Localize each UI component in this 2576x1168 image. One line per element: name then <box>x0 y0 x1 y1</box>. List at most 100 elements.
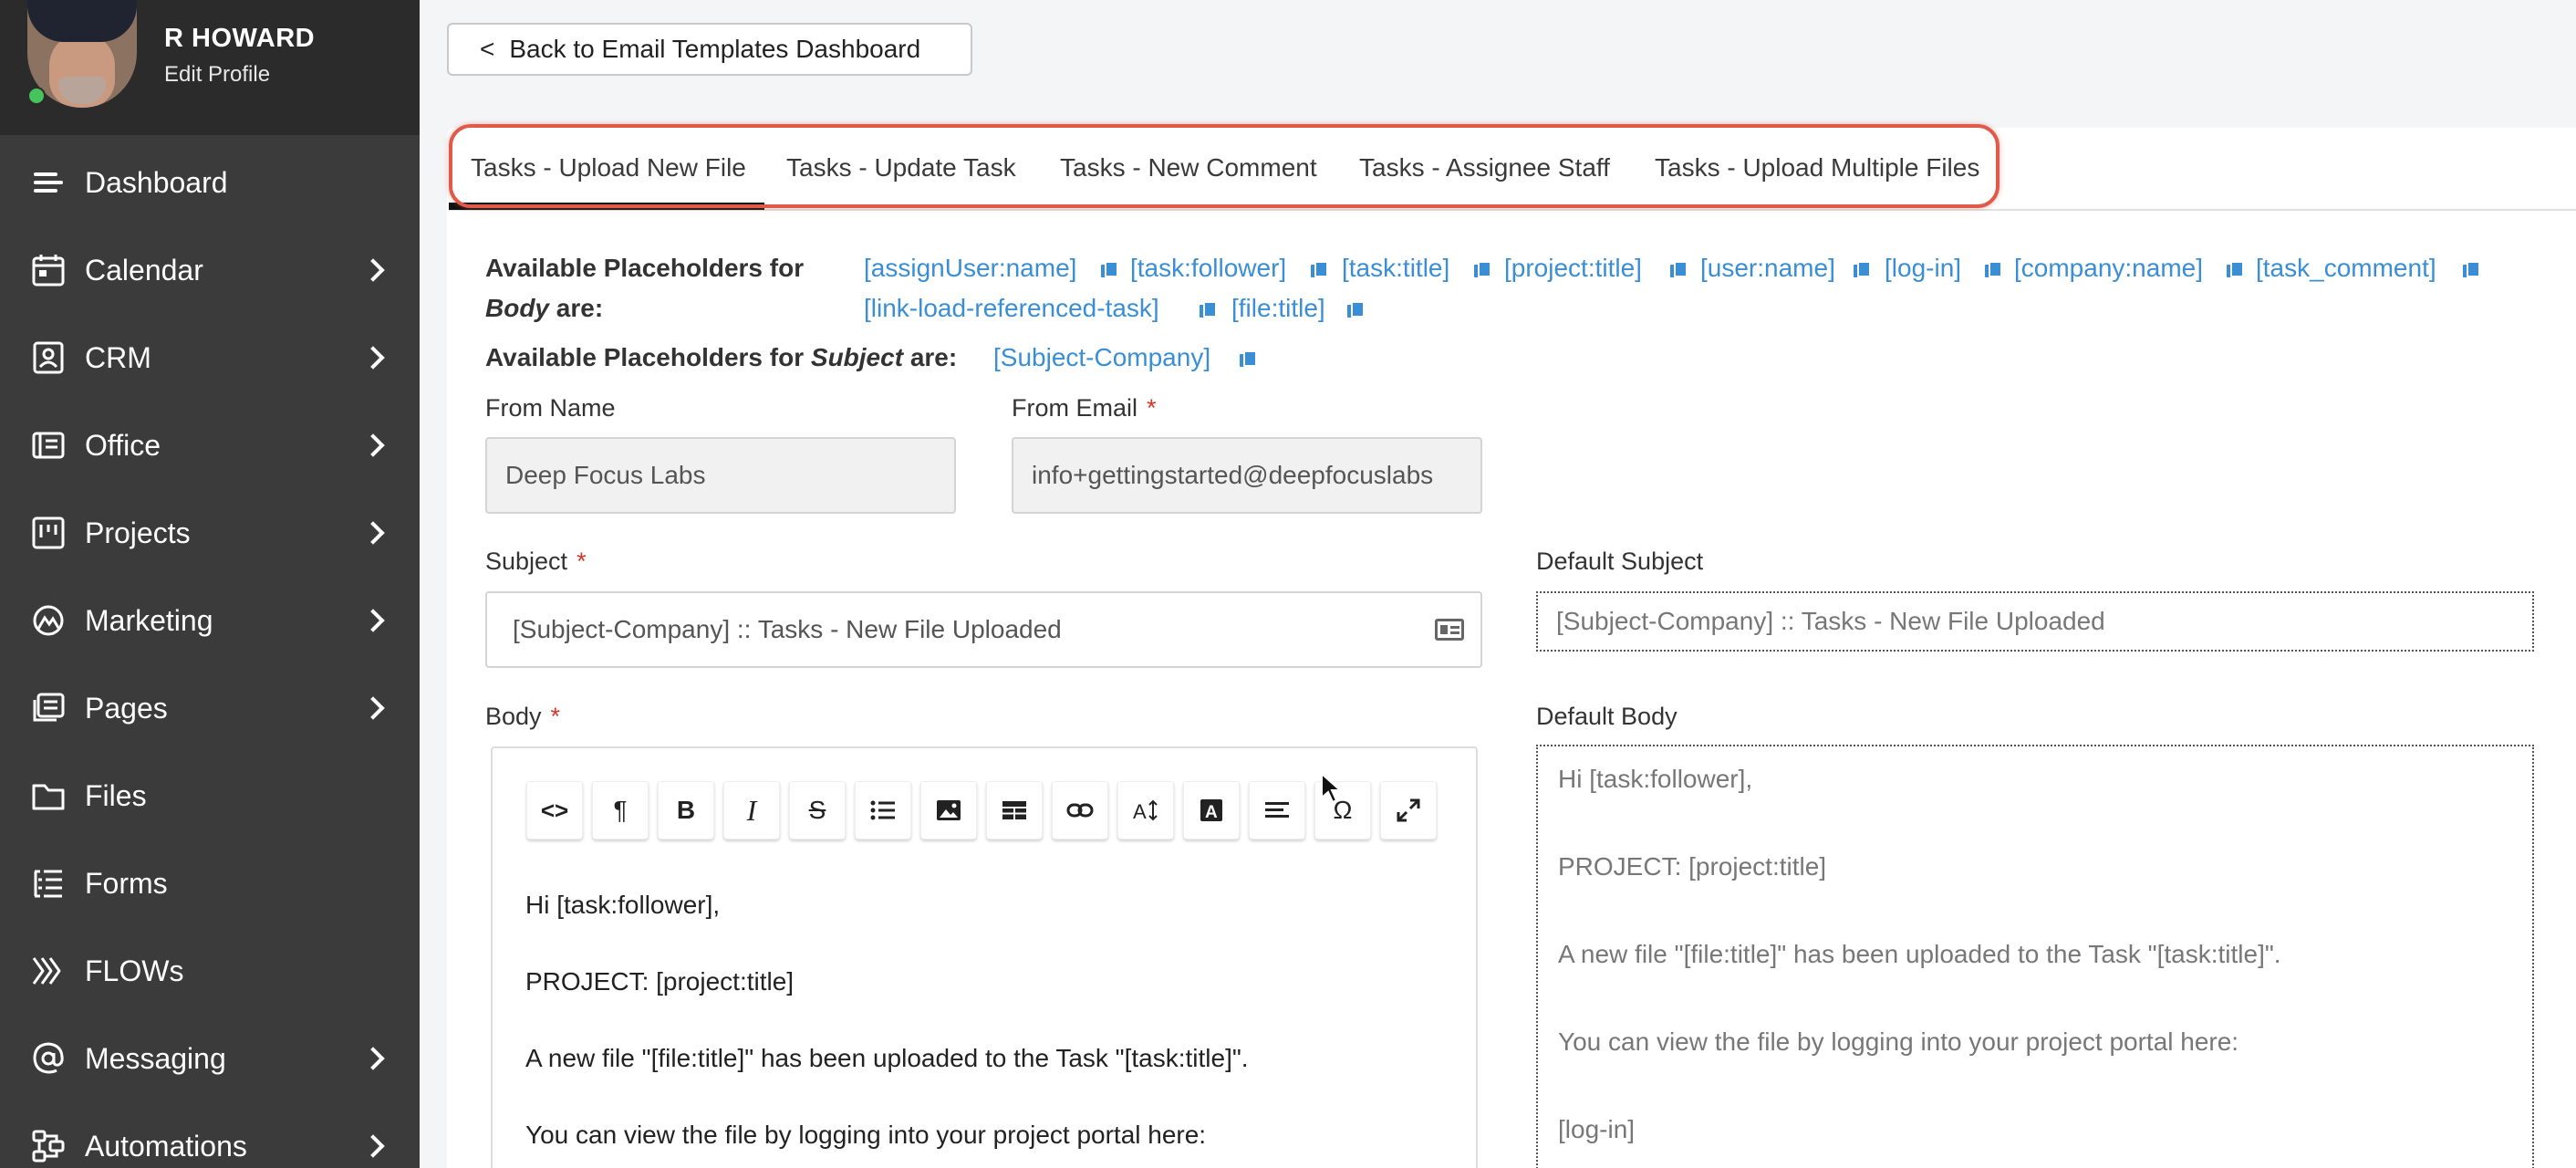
copy-icon[interactable] <box>2227 261 2244 278</box>
sidebar-item-files[interactable]: Files <box>0 752 420 840</box>
menu-lines-icon <box>34 172 63 193</box>
strikethrough-button[interactable]: S <box>789 781 846 840</box>
bold-icon: B <box>676 796 696 824</box>
sidebar-item-projects[interactable]: Projects <box>0 489 420 577</box>
copy-icon[interactable] <box>1474 261 1491 278</box>
profile-panel: R HOWARD Edit Profile <box>0 0 420 135</box>
placeholder-company-name[interactable]: [company:name] <box>2014 254 2203 283</box>
subject-value: [Subject-Company] :: Tasks - New File Up… <box>513 615 1062 643</box>
insert-table-button[interactable] <box>986 781 1043 840</box>
sidebar-item-label: Forms <box>85 866 168 900</box>
editor-body-line: A new file "[file:title]" has been uploa… <box>525 1044 1249 1072</box>
sidebar-item-messaging[interactable]: Messaging <box>0 1015 420 1102</box>
paragraph-format-button[interactable]: ¶ <box>592 781 649 840</box>
sidebar-item-pages[interactable]: Pages <box>0 664 420 752</box>
copy-icon[interactable] <box>1311 261 1328 278</box>
kanban-icon <box>32 516 65 549</box>
placeholder-assign-user-name[interactable]: [assignUser:name] <box>864 254 1076 283</box>
placeholder-log-in[interactable]: [log-in] <box>1885 254 1961 283</box>
sidebar-item-forms[interactable]: Forms <box>0 840 420 927</box>
sidebar-item-label: Dashboard <box>85 165 228 199</box>
tab-update-task[interactable]: Tasks - Update Task <box>786 153 1016 182</box>
sidebar-item-label: Files <box>85 778 147 812</box>
from-email-label: From Email * <box>1012 394 1157 422</box>
sidebar-item-crm[interactable]: CRM <box>0 314 420 402</box>
paragraph-icon: ¶ <box>613 796 628 824</box>
link-icon <box>1066 803 1094 818</box>
placeholder-picker-icon[interactable] <box>1435 619 1464 641</box>
insert-link-button[interactable] <box>1052 781 1108 840</box>
edit-profile-link[interactable]: Edit Profile <box>164 62 270 88</box>
tab-new-comment[interactable]: Tasks - New Comment <box>1060 153 1317 182</box>
strikethrough-icon: S <box>808 796 826 824</box>
sidebar-item-label: Messaging <box>85 1041 226 1075</box>
subject-label: Subject * <box>485 548 587 575</box>
copy-icon[interactable] <box>1101 261 1118 278</box>
code-view-button[interactable]: <> <box>526 781 583 840</box>
editor-body-line: PROJECT: [project:title] <box>525 967 795 996</box>
font-size-button[interactable]: A <box>1117 781 1174 840</box>
sidebar-item-label: Marketing <box>85 603 213 637</box>
expand-icon <box>1397 798 1420 822</box>
chevron-right-icon <box>361 521 385 545</box>
sidebar-item-dashboard[interactable]: Dashboard <box>0 139 420 226</box>
back-button-label: Back to Email Templates Dashboard <box>509 35 921 63</box>
placeholder-project-title[interactable]: [project:title] <box>1504 254 1642 283</box>
tab-upload-new-file[interactable]: Tasks - Upload New File <box>471 153 746 182</box>
contact-card-icon <box>33 341 64 374</box>
flows-icon <box>32 957 61 985</box>
copy-icon[interactable] <box>1347 301 1365 318</box>
folder-icon <box>32 784 65 810</box>
copy-icon[interactable] <box>1200 301 1217 318</box>
sidebar-item-label: Calendar <box>85 253 203 287</box>
default-body-line: A new file "[file:title]" has been uploa… <box>1558 940 2281 968</box>
copy-icon[interactable] <box>1985 261 2002 278</box>
font-color-button[interactable]: A <box>1183 781 1240 840</box>
placeholder-task-title[interactable]: [task:title] <box>1342 254 1449 283</box>
sidebar-item-label: FLOWs <box>85 954 184 987</box>
chevron-right-icon <box>361 1047 385 1070</box>
online-status-dot <box>27 87 46 105</box>
copy-icon[interactable] <box>1670 261 1688 278</box>
at-sign-icon <box>33 1042 64 1074</box>
sidebar-item-calendar[interactable]: Calendar <box>0 226 420 314</box>
sidebar-item-marketing[interactable]: Marketing <box>0 577 420 664</box>
placeholder-file-title[interactable]: [file:title] <box>1231 294 1325 323</box>
tab-upload-multiple-files[interactable]: Tasks - Upload Multiple Files <box>1655 153 1979 182</box>
align-button[interactable] <box>1249 781 1305 840</box>
body-label: Body * <box>485 703 561 730</box>
body-placeholders-label: Available Placeholders for <box>485 254 805 282</box>
placeholder-link-load-referenced-task[interactable]: [link-load-referenced-task] <box>864 294 1159 323</box>
from-email-field: info+gettingstarted@deepfocuslabs <box>1012 437 1482 514</box>
copy-icon[interactable] <box>1854 261 1871 278</box>
sidebar-item-automations[interactable]: Automations <box>0 1102 420 1168</box>
placeholder-task-comment[interactable]: [task_comment] <box>2256 254 2436 283</box>
fullscreen-button[interactable] <box>1380 781 1437 840</box>
avatar-cap <box>27 0 137 42</box>
body-placeholders-label-line2: Body are: <box>485 294 604 322</box>
marketing-icon <box>33 605 64 636</box>
placeholder-task-follower[interactable]: [task:follower] <box>1130 254 1286 283</box>
copy-icon[interactable] <box>1240 350 1257 368</box>
subject-input[interactable]: [Subject-Company] :: Tasks - New File Up… <box>485 591 1482 668</box>
tabs-divider <box>449 209 2576 211</box>
italic-button[interactable]: I <box>723 781 780 840</box>
tab-assignee-staff[interactable]: Tasks - Assignee Staff <box>1359 153 1610 182</box>
sidebar-item-label: Pages <box>85 691 168 725</box>
bold-button[interactable]: B <box>658 781 714 840</box>
sidebar: R HOWARD Edit Profile Dashboard Calendar… <box>0 0 420 1168</box>
bullet-list-button[interactable] <box>855 781 911 840</box>
sidebar-item-office[interactable]: Office <box>0 402 420 489</box>
copy-icon[interactable] <box>2463 261 2480 278</box>
profile-name: R HOWARD <box>164 24 316 53</box>
placeholder-subject-company[interactable]: [Subject-Company] <box>993 343 1210 372</box>
default-subject-field: [Subject-Company] :: Tasks - New File Up… <box>1536 591 2534 652</box>
editor-body-line: Hi [task:follower], <box>525 891 721 919</box>
placeholder-user-name[interactable]: [user:name] <box>1700 254 1835 283</box>
insert-image-button[interactable] <box>920 781 977 840</box>
svg-text:A: A <box>1133 800 1147 823</box>
align-left-icon <box>1265 802 1289 818</box>
sidebar-item-flows[interactable]: FLOWs <box>0 927 420 1015</box>
back-to-dashboard-button[interactable]: < Back to Email Templates Dashboard <box>447 23 972 76</box>
office-icon <box>32 432 65 459</box>
